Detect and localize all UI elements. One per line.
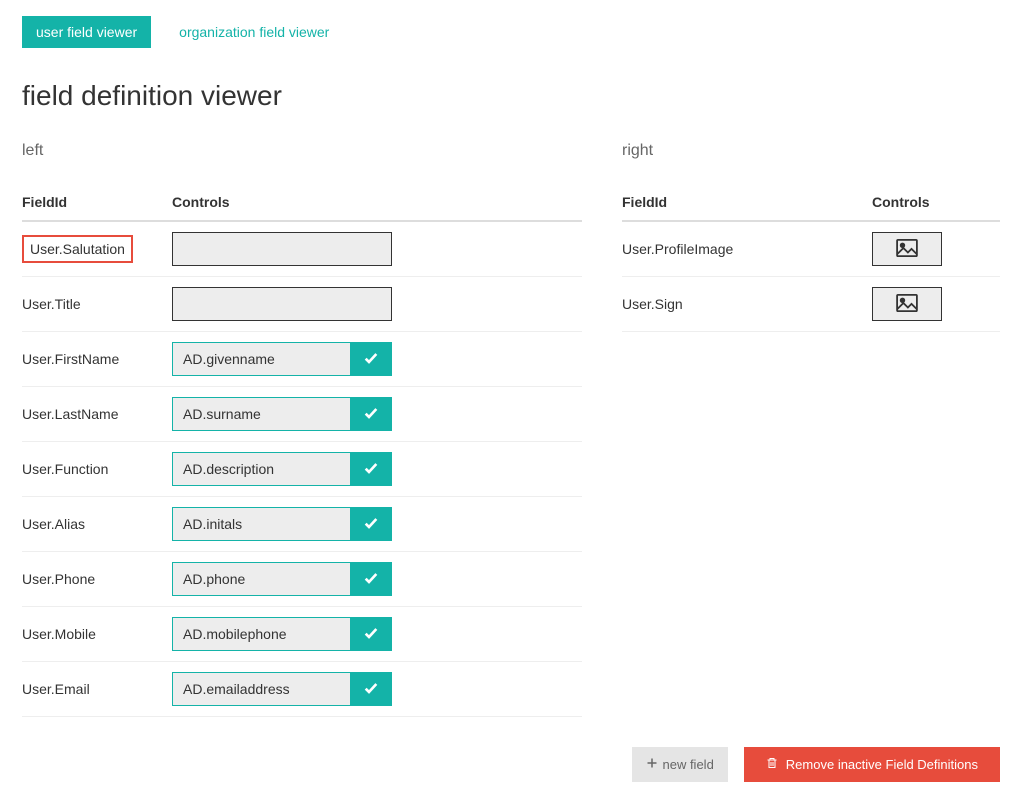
image-icon — [896, 239, 918, 260]
table-row: User.Email AD.emailaddress — [22, 662, 582, 717]
mapped-control: AD.phone — [172, 562, 392, 596]
right-header-row: FieldId Controls — [622, 184, 1000, 222]
check-icon — [363, 350, 379, 369]
check-icon — [363, 680, 379, 699]
controls-cell: AD.givenname — [172, 342, 582, 376]
table-row: User.Mobile AD.mobilephone — [22, 607, 582, 662]
mapped-value[interactable]: AD.mobilephone — [172, 617, 350, 651]
viewer-tabs: user field viewer organization field vie… — [22, 16, 1000, 48]
text-control — [172, 287, 392, 321]
right-column-heading: right — [622, 142, 1000, 160]
new-field-label: new field — [662, 757, 713, 772]
controls-cell — [872, 287, 1000, 321]
text-input[interactable] — [172, 232, 392, 266]
table-row: User.Sign — [622, 277, 1000, 332]
fieldid-cell: User.LastName — [22, 406, 172, 422]
mapped-control: AD.surname — [172, 397, 392, 431]
mapped-control: AD.mobilephone — [172, 617, 392, 651]
tab-organization-field-viewer[interactable]: organization field viewer — [165, 16, 343, 48]
fieldid-cell: User.Email — [22, 681, 172, 697]
controls-cell: AD.phone — [172, 562, 582, 596]
image-icon — [896, 294, 918, 315]
image-control[interactable] — [872, 287, 942, 321]
mapped-value[interactable]: AD.initals — [172, 507, 350, 541]
table-row: User.LastName AD.surname — [22, 387, 582, 442]
table-row: User.Alias AD.initals — [22, 497, 582, 552]
fieldid-cell: User.Alias — [22, 516, 172, 532]
check-icon — [363, 625, 379, 644]
confirm-button[interactable] — [350, 672, 392, 706]
confirm-button[interactable] — [350, 452, 392, 486]
table-row: User.Title — [22, 277, 582, 332]
image-control[interactable] — [872, 232, 942, 266]
controls-cell: AD.initals — [172, 507, 582, 541]
table-row: User.Function AD.description — [22, 442, 582, 497]
fieldid-cell: User.Salutation — [22, 235, 172, 263]
confirm-button[interactable] — [350, 562, 392, 596]
left-column-heading: left — [22, 142, 582, 160]
table-row: User.FirstName AD.givenname — [22, 332, 582, 387]
remove-inactive-label: Remove inactive Field Definitions — [786, 757, 978, 772]
fieldid-cell: User.Phone — [22, 571, 172, 587]
fieldid-cell: User.Function — [22, 461, 172, 477]
header-fieldid: FieldId — [622, 194, 872, 210]
trash-icon — [766, 757, 778, 772]
right-column: right FieldId Controls User.ProfileImage — [622, 142, 1000, 717]
remove-inactive-button[interactable]: Remove inactive Field Definitions — [744, 747, 1000, 782]
table-row: User.Salutation — [22, 222, 582, 277]
left-header-row: FieldId Controls — [22, 184, 582, 222]
header-controls: Controls — [872, 194, 1000, 210]
controls-cell — [172, 287, 582, 321]
controls-cell: AD.emailaddress — [172, 672, 582, 706]
check-icon — [363, 405, 379, 424]
text-control — [172, 232, 392, 266]
controls-cell: AD.mobilephone — [172, 617, 582, 651]
page-title: field definition viewer — [22, 80, 1000, 112]
fieldid-cell: User.Title — [22, 296, 172, 312]
mapped-control: AD.emailaddress — [172, 672, 392, 706]
header-controls: Controls — [172, 194, 582, 210]
fieldid-cell: User.FirstName — [22, 351, 172, 367]
check-icon — [363, 515, 379, 534]
mapped-control: AD.initals — [172, 507, 392, 541]
mapped-value[interactable]: AD.description — [172, 452, 350, 486]
confirm-button[interactable] — [350, 507, 392, 541]
left-column: left FieldId Controls User.Salutation Us… — [22, 142, 582, 717]
fieldid-cell: User.ProfileImage — [622, 241, 872, 257]
controls-cell — [872, 232, 1000, 266]
controls-cell: AD.surname — [172, 397, 582, 431]
footer-actions: new field Remove inactive Field Definiti… — [22, 747, 1000, 782]
confirm-button[interactable] — [350, 342, 392, 376]
mapped-value[interactable]: AD.emailaddress — [172, 672, 350, 706]
mapped-control: AD.description — [172, 452, 392, 486]
table-row: User.Phone AD.phone — [22, 552, 582, 607]
new-field-button[interactable]: new field — [632, 747, 727, 782]
controls-cell — [172, 232, 582, 266]
table-row: User.ProfileImage — [622, 222, 1000, 277]
confirm-button[interactable] — [350, 397, 392, 431]
fieldid-cell: User.Sign — [622, 296, 872, 312]
confirm-button[interactable] — [350, 617, 392, 651]
header-fieldid: FieldId — [22, 194, 172, 210]
mapped-value[interactable]: AD.surname — [172, 397, 350, 431]
check-icon — [363, 570, 379, 589]
tab-user-field-viewer[interactable]: user field viewer — [22, 16, 151, 48]
text-input[interactable] — [172, 287, 392, 321]
columns-container: left FieldId Controls User.Salutation Us… — [22, 142, 1000, 717]
highlighted-fieldid: User.Salutation — [22, 235, 133, 263]
plus-icon — [646, 757, 658, 772]
mapped-control: AD.givenname — [172, 342, 392, 376]
controls-cell: AD.description — [172, 452, 582, 486]
check-icon — [363, 460, 379, 479]
mapped-value[interactable]: AD.phone — [172, 562, 350, 596]
fieldid-cell: User.Mobile — [22, 626, 172, 642]
mapped-value[interactable]: AD.givenname — [172, 342, 350, 376]
